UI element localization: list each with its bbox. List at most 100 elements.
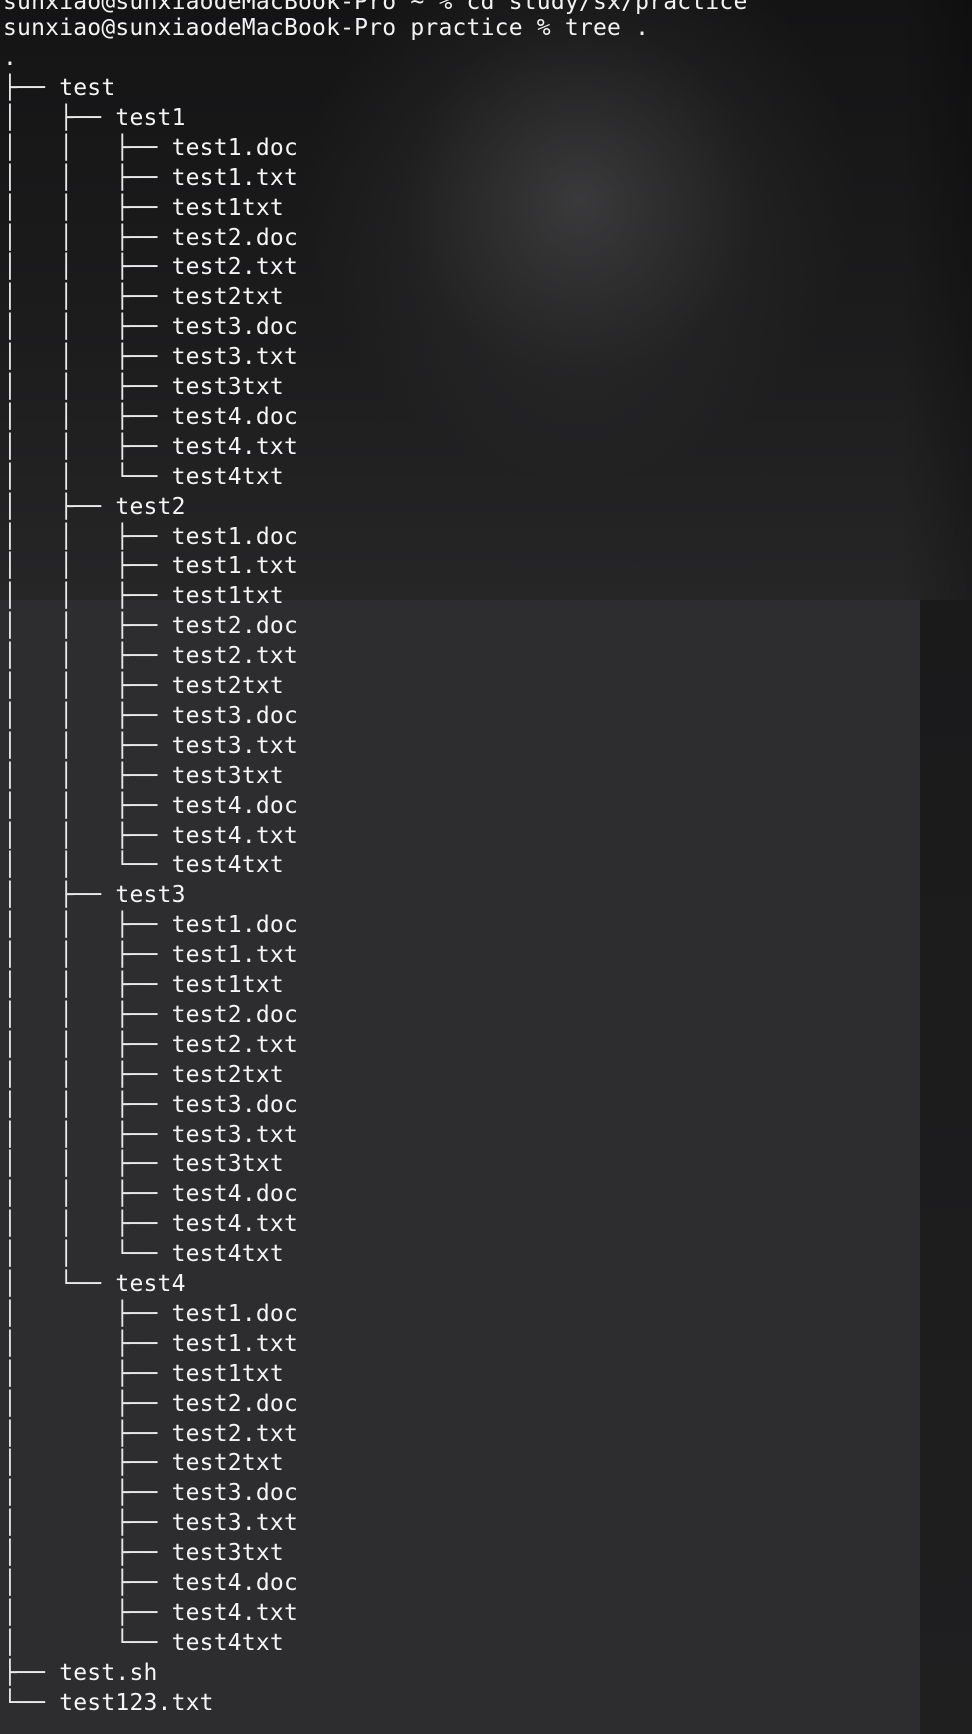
terminal-window: { "terminal": { "cut_off_line": "sunxiao… <box>0 0 972 1734</box>
tree-branch-glyph: │ │ ├── <box>3 1151 172 1178</box>
tree-branch-glyph: │ │ ├── <box>3 1031 172 1058</box>
tree-item-name: test4.doc <box>171 1570 299 1596</box>
tree-branch-glyph: │ │ ├── <box>3 344 172 371</box>
tree-item-name: test3.txt <box>171 1121 299 1148</box>
tree-entry: │ └── test4txt <box>3 1628 284 1658</box>
tree-entry: │ │ └── test4txt <box>3 1239 284 1269</box>
tree-entry: │ │ ├── test3.doc <box>3 1090 298 1120</box>
tree-branch-glyph: │ │ ├── <box>3 972 172 998</box>
tree-entry: │ ├── test1.txt <box>3 1329 298 1359</box>
tree-entry: │ │ ├── test2txt <box>3 671 284 701</box>
tree-entry: │ ├── test1txt <box>3 1359 284 1389</box>
tree-entry: │ │ ├── test1.doc <box>3 522 298 552</box>
tree-item-name: test3txt <box>171 374 284 400</box>
tree-branch-glyph: │ ├── <box>3 1540 172 1567</box>
tree-entry: │ │ ├── test4.doc <box>3 402 298 432</box>
tree-branch-glyph: │ │ ├── <box>3 374 172 400</box>
tree-entry: │ │ ├── test2txt <box>3 282 284 312</box>
tree-entry: │ │ ├── test4.doc <box>3 1179 298 1209</box>
tree-entry: │ │ ├── test2.doc <box>3 223 298 253</box>
tree-branch-glyph: │ ├── <box>3 882 116 909</box>
tree-item-name: test2.txt <box>171 643 299 670</box>
tree-entry: │ ├── test2.doc <box>3 1389 298 1419</box>
tree-branch-glyph: │ │ ├── <box>3 1061 172 1088</box>
tree-entry: │ │ ├── test1.txt <box>3 163 298 193</box>
tree-entry: │ ├── test3.doc <box>3 1478 298 1508</box>
tree-branch-glyph: │ ├── <box>3 1390 172 1417</box>
tree-item-name: test123.txt <box>59 1689 214 1716</box>
tree-branch-glyph: │ ├── <box>3 1450 172 1477</box>
tree-entry: │ ├── test2.txt <box>3 1419 298 1449</box>
tree-branch-glyph: │ │ ├── <box>3 314 172 341</box>
tree-branch-glyph: │ │ ├── <box>3 912 172 939</box>
tree-item-name: test3txt <box>171 1540 284 1567</box>
tree-entry: │ ├── test1.doc <box>3 1299 298 1329</box>
tree-item-name: test1txt <box>171 194 284 221</box>
tree-entry: │ │ └── test4txt <box>3 850 284 880</box>
tree-item-name: test4.doc <box>171 1181 299 1208</box>
tree-entry: │ ├── test3txt <box>3 1538 284 1568</box>
tree-item-name: test4txt <box>171 852 284 879</box>
tree-item-name: test1txt <box>171 972 284 998</box>
tree-branch-glyph: │ ├── <box>3 1300 172 1327</box>
tree-entry: │ ├── test2 <box>3 492 186 522</box>
tree-entry: │ │ ├── test1txt <box>3 581 284 611</box>
tree-entry: │ ├── test3.txt <box>3 1508 298 1538</box>
tree-branch-glyph: ├── <box>3 1659 60 1686</box>
tree-entry: │ │ ├── test2.doc <box>3 1000 298 1030</box>
tree-item-name: test2.doc <box>171 613 299 640</box>
tree-branch-glyph: │ └── <box>3 1629 172 1656</box>
tree-entry: │ │ ├── test3.doc <box>3 312 298 342</box>
tree-entry: │ │ ├── test2.txt <box>3 252 298 282</box>
tree-branch-glyph: │ │ ├── <box>3 254 172 281</box>
tree-branch-glyph: │ │ ├── <box>3 673 172 699</box>
tree-item-name: test4.txt <box>171 433 299 460</box>
tree-branch-glyph: │ │ ├── <box>3 224 172 251</box>
terminal-output[interactable]: sunxiao@sunxiaodeMacBook-Pro ~ % cd stud… <box>0 0 972 1734</box>
tree-item-name: test2.txt <box>171 254 299 281</box>
tree-branch-glyph: │ ├── <box>3 1330 172 1357</box>
tree-branch-glyph: │ │ ├── <box>3 403 172 430</box>
tree-branch-glyph: │ │ ├── <box>3 822 172 849</box>
tree-branch-glyph: │ ├── <box>3 1480 172 1507</box>
tree-item-name: test <box>59 75 116 101</box>
tree-item-name: test3 <box>115 882 186 909</box>
tree-item-name: test1.doc <box>171 912 299 939</box>
tree-entry: │ │ ├── test2.doc <box>3 611 298 641</box>
tree-entry: │ │ ├── test3txt <box>3 1149 284 1179</box>
tree-item-name: test3.txt <box>171 344 299 371</box>
tree-item-name: test3.txt <box>171 1510 299 1537</box>
tree-entry: │ ├── test2txt <box>3 1448 284 1478</box>
tree-entry: │ ├── test3 <box>3 880 186 910</box>
tree-branch-glyph: │ │ ├── <box>3 942 172 969</box>
tree-entry: │ │ ├── test1.doc <box>3 133 298 163</box>
tree-branch-glyph: │ │ ├── <box>3 583 172 610</box>
tree-item-name: test3.doc <box>171 1480 299 1507</box>
tree-item-name: test3.txt <box>171 732 299 759</box>
tree-item-name: test1.txt <box>171 553 299 580</box>
tree-item-name: test2txt <box>171 284 284 311</box>
tree-entry: │ └── test4 <box>3 1269 186 1299</box>
tree-branch-glyph: │ │ ├── <box>3 164 172 191</box>
tree-entry: │ │ ├── test1txt <box>3 970 284 1000</box>
tree-branch-glyph: │ │ ├── <box>3 1211 172 1238</box>
tree-branch-glyph: │ │ ├── <box>3 433 172 460</box>
tree-branch-glyph: └── <box>3 1689 60 1716</box>
tree-branch-glyph: │ ├── <box>3 1360 172 1387</box>
tree-item-name: test4 <box>115 1271 186 1297</box>
tree-entry: │ │ └── test4txt <box>3 462 284 492</box>
tree-entry: │ │ ├── test4.txt <box>3 432 298 462</box>
tree-branch-glyph: │ │ ├── <box>3 553 172 580</box>
tree-entry: │ │ ├── test3.txt <box>3 1120 298 1150</box>
tree-item-name: test3txt <box>171 1151 284 1178</box>
tree-branch-glyph: │ │ ├── <box>3 1181 172 1208</box>
tree-entry: ├── test <box>3 73 115 103</box>
tree-branch-glyph: │ │ ├── <box>3 284 172 311</box>
tree-item-name: test1txt <box>171 583 284 610</box>
tree-entry: │ ├── test1 <box>3 103 186 133</box>
tree-branch-glyph: │ ├── <box>3 1510 172 1537</box>
tree-entry: │ │ ├── test3.doc <box>3 701 298 731</box>
tree-entry: └── test123.txt <box>3 1688 214 1718</box>
tree-item-name: test.sh <box>59 1659 158 1686</box>
tree-branch-glyph: │ ├── <box>3 1599 172 1626</box>
